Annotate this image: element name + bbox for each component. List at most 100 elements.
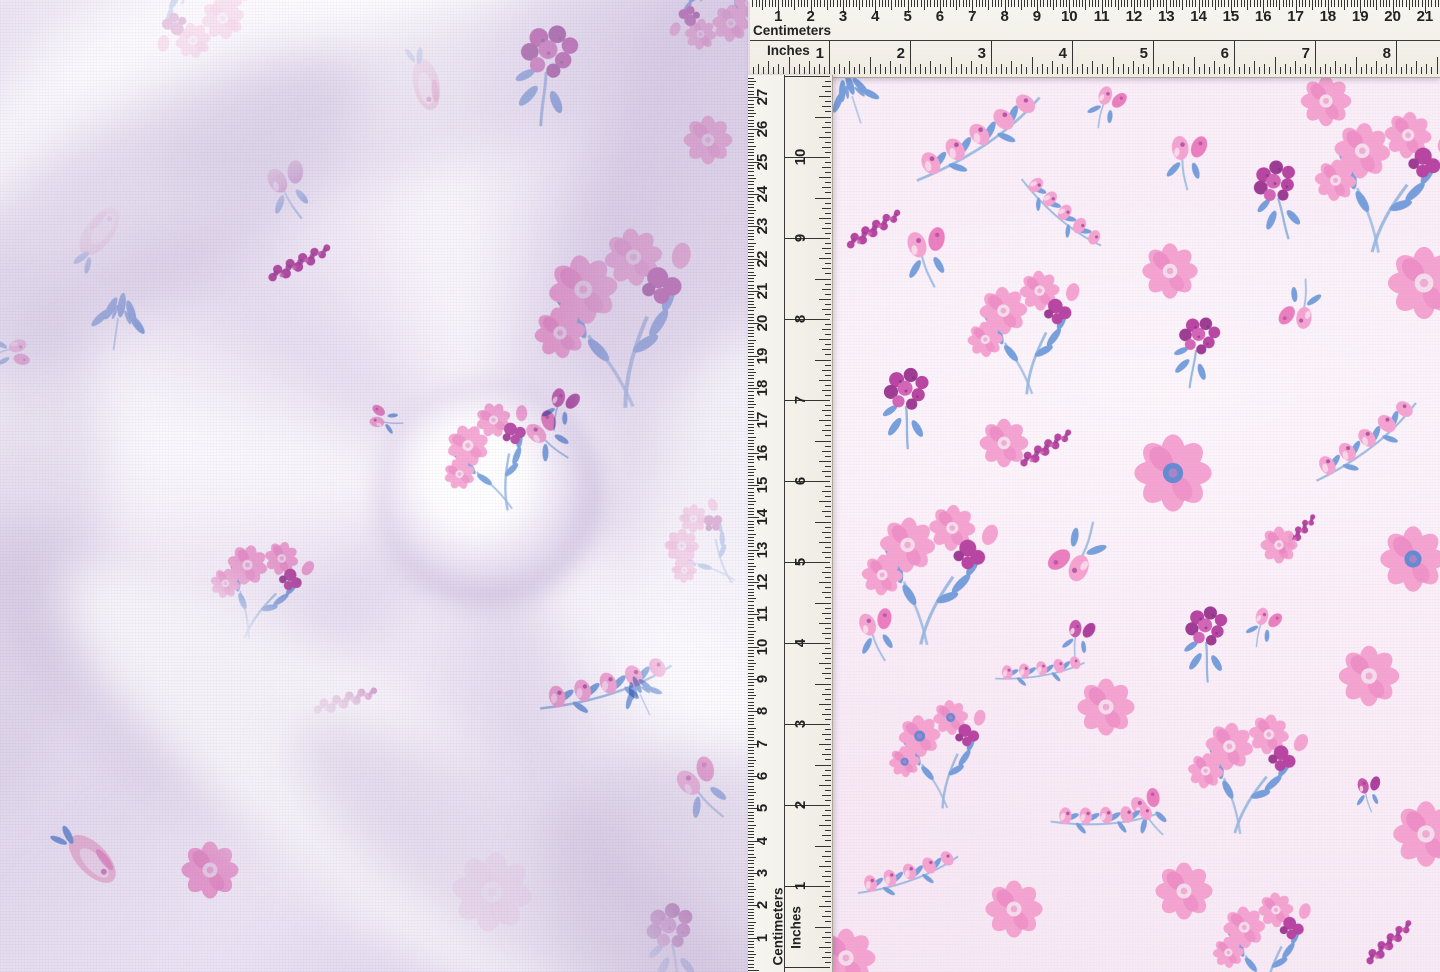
- ruler-tick: [748, 440, 754, 441]
- horizontal-ruler-number: 12: [1124, 9, 1144, 25]
- ruler-tick: [748, 728, 756, 729]
- ruler-tick: [748, 524, 754, 525]
- ruler-tick: [1147, 0, 1148, 7]
- ruler-tick: [748, 947, 754, 948]
- flower-motif-budspray: [1296, 393, 1437, 490]
- ruler-tick: [825, 132, 831, 133]
- ruler-tick: [1127, 0, 1128, 7]
- ruler-tick: [748, 91, 754, 92]
- ruler-tick: [1077, 67, 1078, 74]
- ruler-tick: [804, 67, 805, 74]
- ruler-tick: [748, 627, 754, 628]
- fabric-flat-swatch: [748, 0, 1440, 972]
- ruler-tick: [748, 676, 754, 677]
- ruler-tick: [748, 883, 754, 884]
- ruler-tick: [822, 856, 831, 857]
- ruler-tick: [748, 301, 754, 302]
- ruler-tick: [1006, 67, 1007, 74]
- ruler-tick: [748, 443, 754, 444]
- ruler-tick: [953, 0, 954, 7]
- ruler-tick: [748, 786, 754, 787]
- ruler-tick: [748, 779, 754, 780]
- ruler-tick: [748, 753, 754, 754]
- ruler-tick: [822, 86, 831, 87]
- ruler-tick: [1312, 0, 1313, 10]
- ruler-tick: [825, 567, 831, 568]
- ruler-tick: [748, 563, 754, 564]
- ruler-tick: [976, 0, 977, 7]
- ruler-tick: [1027, 0, 1028, 7]
- ruler-tick: [748, 863, 754, 864]
- ruler-tick: [748, 834, 754, 835]
- ruler-tick: [748, 847, 754, 848]
- flower-motif-bouquet: [958, 264, 1095, 401]
- ruler-tick: [1426, 64, 1427, 74]
- ruler-tick: [825, 486, 831, 487]
- ruler-tick: [748, 964, 754, 965]
- ruler-tick: [1076, 0, 1077, 7]
- vertical-ruler-number: 5: [755, 798, 771, 818]
- ruler-tick: [748, 915, 754, 916]
- ruler-tick: [1107, 67, 1108, 74]
- ruler-tick: [1111, 0, 1112, 7]
- horizontal-ruler-number: 16: [1253, 9, 1273, 25]
- ruler-tick: [1289, 0, 1290, 7]
- product-photo: 123456789101112131415161718192021 Centim…: [0, 0, 1440, 972]
- ruler-tick: [819, 137, 831, 138]
- ruler-tick: [748, 721, 754, 722]
- ruler-tick: [825, 587, 831, 588]
- vertical-ruler-number: 4: [793, 634, 809, 652]
- horizontal-ruler-number: 17: [1286, 9, 1306, 25]
- ruler-tick: [748, 734, 754, 735]
- ruler-tick: [825, 962, 831, 963]
- ruler-tick: [748, 941, 754, 942]
- flower-motif-daisy: [176, 836, 244, 904]
- ruler-tick: [1189, 0, 1190, 7]
- ruler-tick: [817, 0, 818, 7]
- ruler-tick: [870, 57, 871, 74]
- ruler-tick: [815, 117, 831, 118]
- ruler-tick: [748, 870, 754, 871]
- ruler-tick: [914, 0, 915, 7]
- ruler-tick: [1381, 67, 1382, 74]
- ruler-tick: [853, 0, 854, 7]
- ruler-tick: [748, 634, 754, 635]
- ruler-tick: [748, 414, 754, 415]
- ruler-tick: [748, 912, 754, 913]
- ruler-tick: [1052, 61, 1053, 74]
- ruler-tick: [748, 433, 754, 434]
- ruler-tick: [986, 67, 987, 74]
- ruler-tick: [748, 928, 754, 929]
- ruler-tick: [748, 731, 754, 732]
- flower-motif-lavender: [304, 670, 392, 730]
- ruler-tick: [825, 354, 831, 355]
- ruler-tick: [748, 210, 756, 211]
- ruler-tick: [837, 0, 838, 7]
- ruler-tick: [1325, 64, 1326, 74]
- ruler-tick: [748, 546, 754, 547]
- ruler-tick: [748, 605, 754, 606]
- ruler-tick: [830, 0, 831, 7]
- flower-motif-daisy: [679, 111, 737, 169]
- ruler-tick: [1275, 57, 1276, 74]
- ruler-tick: [822, 349, 831, 350]
- ruler-tick: [759, 0, 760, 7]
- ruler-tick: [748, 472, 754, 473]
- ruler-tick: [1237, 0, 1238, 7]
- ruler-tick: [1364, 0, 1365, 7]
- ruler-tick: [825, 678, 831, 679]
- ruler-tick: [935, 67, 936, 74]
- ruler-tick: [748, 314, 754, 315]
- ruler-tick: [748, 637, 754, 638]
- ruler-tick: [1186, 0, 1187, 7]
- ruler-tick: [822, 289, 831, 290]
- ruler-tick: [748, 272, 754, 273]
- flower-motif-bud: [1344, 769, 1392, 817]
- ruler-tick: [1389, 0, 1390, 7]
- ruler-tick: [748, 217, 754, 218]
- ruler-tick: [1347, 0, 1348, 7]
- ruler-tick: [748, 262, 754, 263]
- flower-motif-bouquet: [662, 0, 750, 58]
- ruler-tick: [785, 76, 830, 77]
- flower-motif-feather: [385, 28, 464, 127]
